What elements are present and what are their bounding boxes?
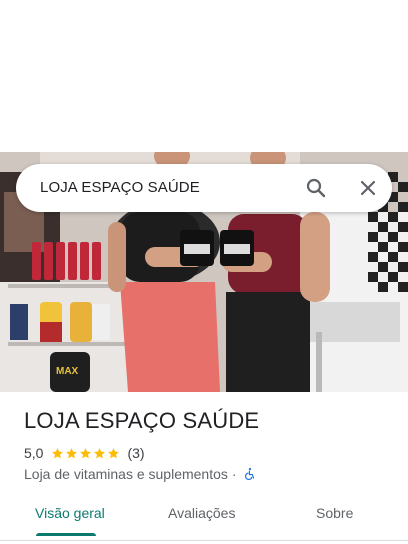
tab-overview[interactable]: Visão geral [35,505,105,521]
separator: · [231,466,237,482]
place-category[interactable]: Loja de vitaminas e suplementos [24,466,228,482]
review-count[interactable]: (3) [127,445,144,461]
category-row: Loja de vitaminas e suplementos · [24,465,257,483]
close-button[interactable] [356,176,380,200]
tab-about[interactable]: Sobre [316,505,353,521]
star-icon [94,447,106,458]
star-icon [108,447,120,458]
rating-value: 5,0 [24,445,44,461]
rating-row[interactable]: 5,0 (3) [24,444,145,462]
tabs-divider [0,540,408,541]
tab-reviews[interactable]: Avaliações [168,505,235,521]
star-icon [52,447,64,458]
tab-bar: Visão geral Avaliações Sobre [0,496,408,536]
star-icon [66,447,78,458]
search-button[interactable] [304,176,328,200]
place-name: LOJA ESPAÇO SAÚDE [24,408,260,433]
photo-tub-label: MAX [56,366,79,377]
star-icon [80,447,92,458]
search-bar[interactable]: LOJA ESPAÇO SAÚDE [16,164,392,212]
wheelchair-icon[interactable] [243,467,257,481]
search-icon [306,178,326,198]
search-input[interactable]: LOJA ESPAÇO SAÚDE [40,179,200,196]
close-icon [360,180,376,196]
active-tab-indicator [36,533,96,536]
place-page: MAX LOJA ESPAÇO SAÚDE LOJA ESPAÇO SAÚDE … [0,0,408,544]
star-rating [51,447,121,460]
